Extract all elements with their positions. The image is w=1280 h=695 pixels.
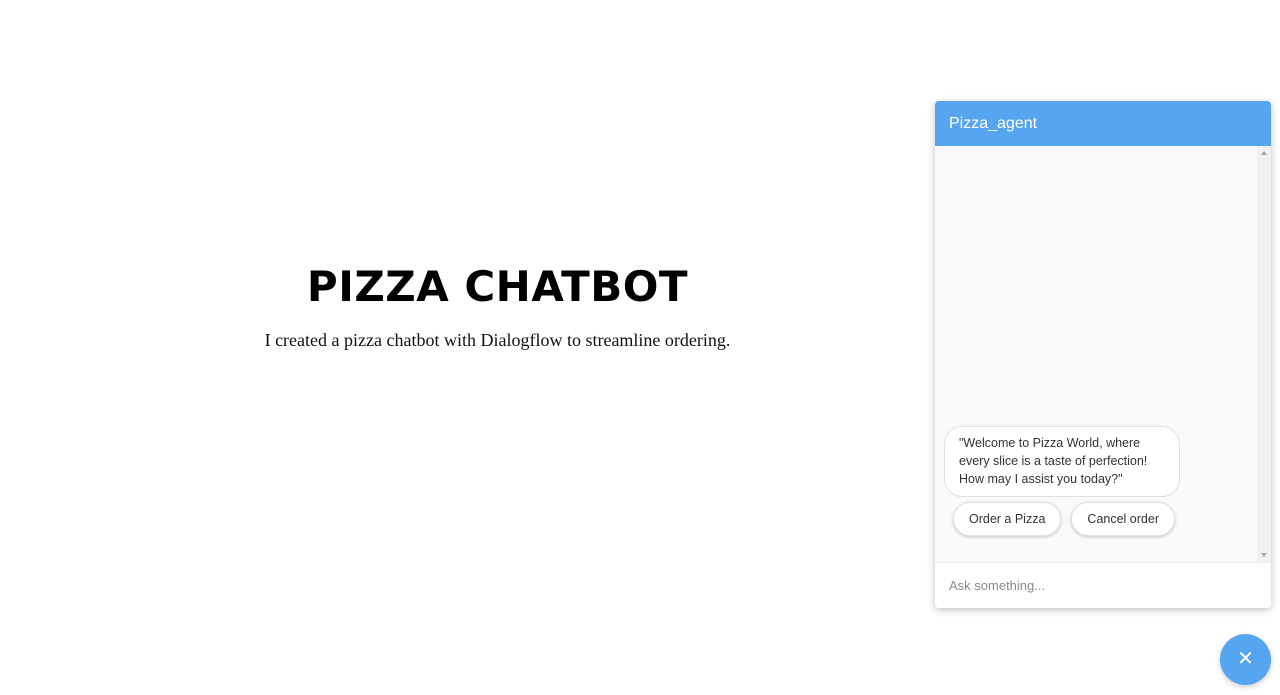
chat-scrollbar[interactable] (1257, 146, 1271, 562)
scroll-down-arrow-icon[interactable] (1261, 553, 1267, 557)
chat-title: Pizza_agent (949, 115, 1038, 132)
cancel-order-chip[interactable]: Cancel order (1071, 502, 1175, 536)
chat-widget: Pizza_agent "Welcome to Pizza World, whe… (935, 101, 1271, 608)
chat-input-row (935, 562, 1271, 608)
chat-header: Pizza_agent (935, 101, 1271, 146)
hero: PIZZA CHATBOT I created a pizza chatbot … (200, 258, 795, 351)
page-title: PIZZA CHATBOT (306, 262, 689, 311)
close-chat-button[interactable]: ✕ (1220, 634, 1271, 685)
page-subtitle: I created a pizza chatbot with Dialogflo… (264, 330, 731, 350)
scroll-up-arrow-icon[interactable] (1261, 151, 1267, 155)
suggestion-chips: Order a Pizza Cancel order (953, 502, 1175, 536)
chat-messages[interactable]: "Welcome to Pizza World, where every sli… (935, 146, 1257, 562)
order-pizza-chip[interactable]: Order a Pizza (953, 502, 1062, 536)
agent-message: "Welcome to Pizza World, where every sli… (944, 426, 1180, 497)
close-icon: ✕ (1237, 648, 1254, 670)
chat-input[interactable] (935, 563, 1263, 607)
